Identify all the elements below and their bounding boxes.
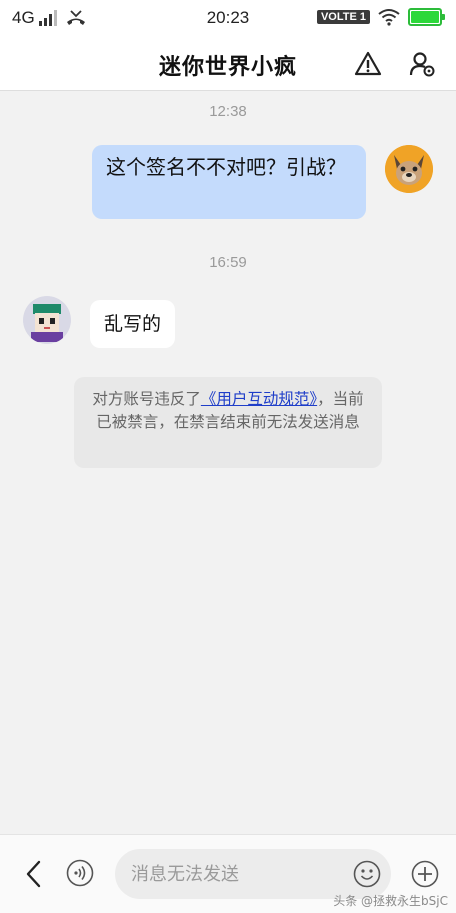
voice-icon[interactable] — [66, 859, 94, 887]
outgoing-message-bubble[interactable]: 这个签名不不对吧？引战？ — [92, 145, 366, 219]
volte-badge: VOLTE 1 — [316, 10, 370, 24]
ban-notice: 对方账号违反了《用户互动规范》，当前已被禁言，在禁言结束前无法发送消息 — [74, 377, 382, 468]
battery-fill — [411, 11, 439, 23]
wifi-icon — [378, 9, 400, 26]
warning-icon[interactable] — [354, 50, 382, 78]
contact-avatar[interactable] — [23, 296, 71, 344]
incoming-message-bubble[interactable]: 乱写的 — [90, 300, 176, 348]
chat-header: 迷你世界小疯 — [0, 36, 456, 91]
game-character-avatar-image — [23, 296, 71, 344]
input-bar: 头条 @拯救永生bSjC — [0, 834, 456, 913]
plus-icon[interactable] — [411, 860, 439, 888]
battery-icon — [408, 8, 445, 26]
watermark: 头条 @拯救永生bSjC — [333, 894, 448, 908]
status-bar: 4G 20:23 VOLTE 1 — [0, 0, 456, 36]
my-avatar[interactable] — [385, 145, 433, 193]
community-rules-link[interactable]: 《用户互动规范》 — [201, 390, 317, 408]
chat-title: 迷你世界小疯 — [158, 55, 297, 80]
back-icon[interactable] — [22, 859, 46, 889]
user-settings-icon[interactable] — [408, 50, 436, 78]
message-timestamp: 16:59 — [209, 254, 247, 271]
dog-avatar-image — [385, 145, 433, 193]
notice-prefix: 对方账号违反了 — [92, 390, 201, 408]
status-right: VOLTE 1 — [316, 8, 445, 26]
message-timestamp: 12:38 — [209, 103, 247, 120]
emoji-icon[interactable] — [353, 860, 381, 888]
